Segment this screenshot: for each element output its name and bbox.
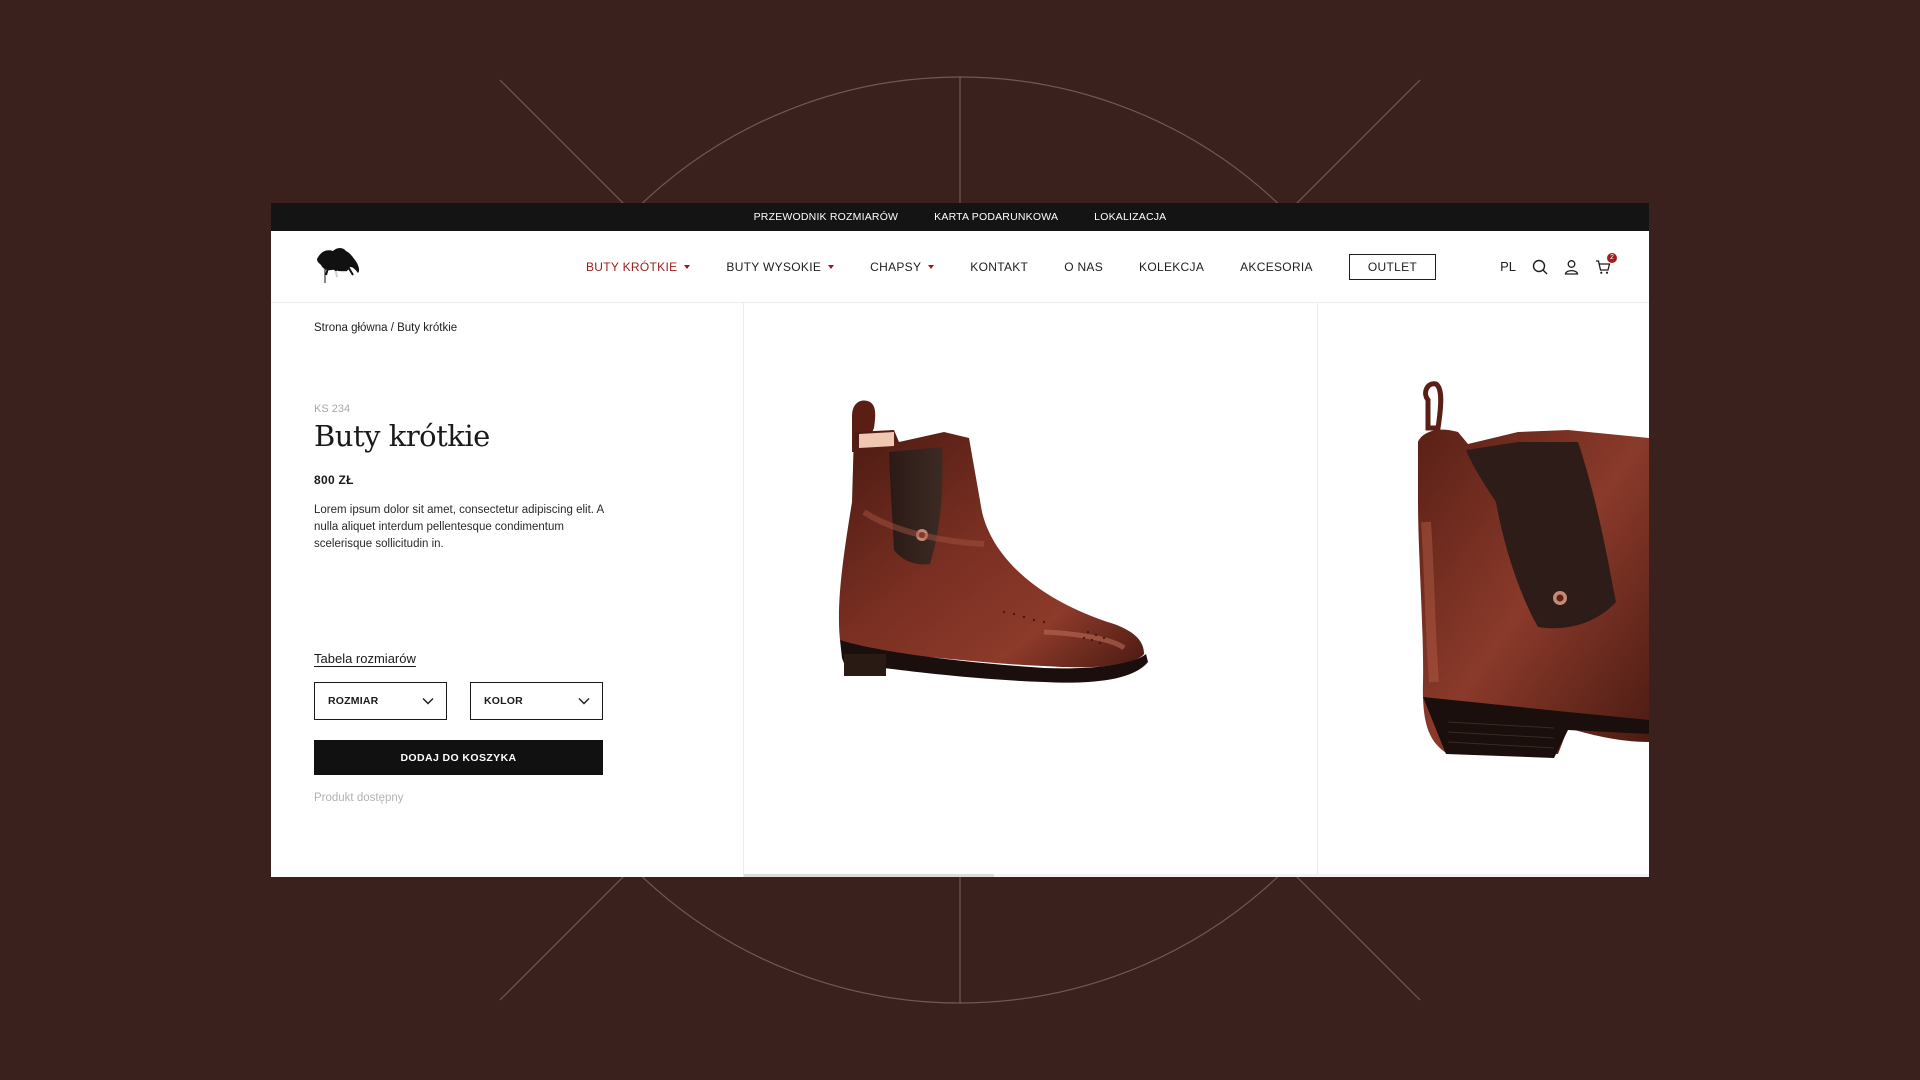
cart-icon[interactable]: 2	[1595, 252, 1617, 275]
nav-label: KONTAKT	[970, 259, 1029, 274]
outlet-button[interactable]: OUTLET	[1348, 253, 1436, 280]
breadcrumb[interactable]: Strona główna / Buty krótkie	[314, 322, 457, 334]
caret-down-icon	[828, 264, 835, 269]
gallery-scrollbar-thumb[interactable]	[744, 874, 994, 877]
color-select-label: KOLOR	[484, 695, 523, 707]
nav-label: BUTY WYSOKIE	[726, 259, 822, 274]
language-switch[interactable]: PL	[1500, 259, 1516, 274]
nav-item-collection[interactable]: KOLEKCJA	[1139, 260, 1204, 274]
product-page: PRZEWODNIK ROZMIARÓW KARTA PODARUNKOWA L…	[271, 203, 1649, 877]
nav-item-contact[interactable]: KONTAKT	[970, 260, 1028, 274]
nav-item-short-boots[interactable]: BUTY KRÓTKIE	[586, 259, 691, 274]
search-icon[interactable]	[1532, 259, 1548, 275]
size-table-link[interactable]: Tabela rozmiarów	[314, 651, 416, 666]
hippica-logo[interactable]	[313, 245, 363, 287]
nav-item-chaps[interactable]: CHAPSY	[870, 259, 935, 274]
nav-label: AKCESORIA	[1240, 259, 1313, 274]
availability-status: Produkt dostępny	[314, 792, 404, 804]
gift-card-link[interactable]: KARTA PODARUNKOWA	[934, 211, 1058, 223]
boot-image	[1418, 381, 1649, 758]
product-price: 800 ZŁ	[314, 473, 354, 487]
nav-label: KOLEKCJA	[1139, 259, 1205, 274]
add-to-cart-button[interactable]: DODAJ DO KOSZYKA	[314, 740, 603, 775]
color-select[interactable]: KOLOR	[470, 682, 603, 720]
header-actions: PL 2	[1500, 231, 1617, 302]
size-select-label: ROZMIAR	[328, 695, 379, 707]
size-select[interactable]: ROZMIAR	[314, 682, 447, 720]
location-link[interactable]: LOKALIZACJA	[1094, 211, 1166, 223]
nav-label: O NAS	[1064, 259, 1104, 274]
nav-item-accessories[interactable]: AKCESORIA	[1240, 260, 1313, 274]
product-sku: KS 234	[314, 403, 351, 415]
main-header: BUTY KRÓTKIE BUTY WYSOKIE CHAPSY KONTAKT…	[271, 231, 1649, 303]
product-image-main[interactable]	[744, 302, 1317, 877]
nav-label: BUTY KRÓTKIE	[586, 259, 678, 274]
nav-item-about[interactable]: O NAS	[1064, 260, 1103, 274]
product-image-secondary[interactable]	[1318, 302, 1649, 877]
main-navigation: BUTY KRÓTKIE BUTY WYSOKIE CHAPSY KONTAKT…	[586, 231, 1436, 302]
nav-label: CHAPSY	[870, 259, 922, 274]
user-icon[interactable]	[1564, 259, 1579, 275]
boot-image	[838, 400, 1148, 683]
chevron-down-icon	[578, 698, 590, 705]
chevron-down-icon	[422, 698, 434, 705]
top-utility-bar: PRZEWODNIK ROZMIARÓW KARTA PODARUNKOWA L…	[271, 203, 1649, 231]
size-guide-link[interactable]: PRZEWODNIK ROZMIARÓW	[754, 211, 899, 223]
product-description: Lorem ipsum dolor sit amet, consectetur …	[314, 504, 604, 550]
caret-down-icon	[684, 264, 691, 269]
caret-down-icon	[928, 264, 935, 269]
cart-count-badge: 2	[1607, 252, 1617, 263]
product-details: Strona główna / Buty krótkie KS 234 Buty…	[271, 302, 743, 877]
product-section: Strona główna / Buty krótkie KS 234 Buty…	[271, 302, 1649, 877]
product-title: Buty krótkie	[314, 419, 490, 453]
nav-item-tall-boots[interactable]: BUTY WYSOKIE	[726, 259, 835, 274]
